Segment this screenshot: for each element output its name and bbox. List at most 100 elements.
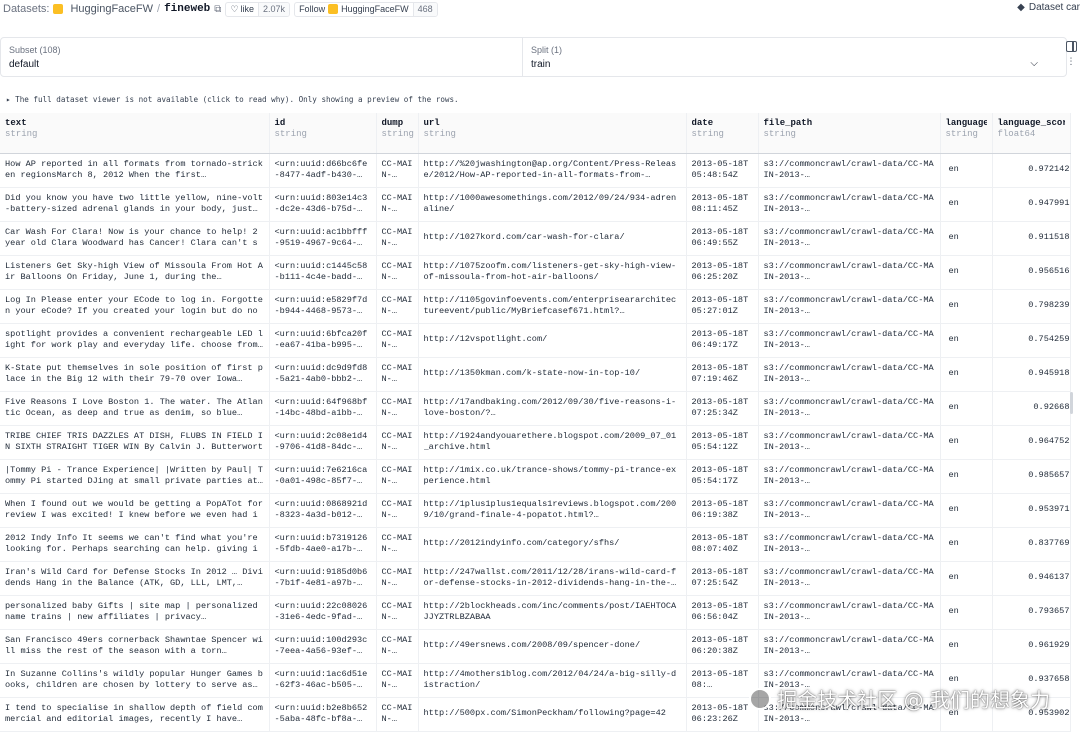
cell-file-path[interactable]: s3://commoncrawl/crawl-data/CC-MAIN-2013… bbox=[758, 425, 941, 460]
cell-url[interactable]: http://1027kord.com/car-wash-for-clara/ bbox=[418, 221, 687, 256]
cell-dump[interactable]: CC-MAIN-… bbox=[376, 255, 419, 290]
cell-file-path[interactable]: s3://commoncrawl/crawl-data/CC-MAIN-2013… bbox=[758, 255, 941, 290]
cell-text[interactable]: Car Wash For Clara! Now is your chance t… bbox=[0, 221, 270, 256]
cell-language[interactable]: en bbox=[940, 391, 993, 426]
column-header-file_path[interactable]: file_path string bbox=[758, 113, 941, 154]
cell-id[interactable]: <urn:uuid:b2e8b652-5aba-48fc-bf8a-… bbox=[269, 697, 377, 732]
cell-dump[interactable]: CC-MAIN-… bbox=[376, 663, 419, 698]
cell-language[interactable]: en bbox=[940, 595, 993, 630]
cell-language[interactable]: en bbox=[940, 289, 993, 324]
cell-id[interactable]: <urn:uuid:d66bc6fe-8477-4adf-b430-… bbox=[269, 153, 377, 188]
cell-text[interactable]: Log In Please enter your ECode to log in… bbox=[0, 289, 270, 324]
cell-file-path[interactable]: s3://commoncrawl/crawl-data/CC-MAIN-2013… bbox=[758, 595, 941, 630]
cell-id[interactable]: <urn:uuid:64f968bf-14bc-48bd-a1bb-… bbox=[269, 391, 377, 426]
cell-dump[interactable]: CC-MAIN-… bbox=[376, 595, 419, 630]
cell-url[interactable]: http://1plus1plus1equals1reviews.blogspo… bbox=[418, 493, 687, 528]
follow-button[interactable]: Follow HuggingFaceFW 468 bbox=[294, 1, 438, 17]
cell-url[interactable]: http://1350kman.com/k-state-now-in-top-1… bbox=[418, 357, 687, 392]
cell-date[interactable]: 2013-05-18T06:19:38Z bbox=[686, 493, 759, 528]
cell-url[interactable]: http://500px.com/SimonPeckham/following?… bbox=[418, 697, 687, 732]
cell-language[interactable]: en bbox=[940, 357, 993, 392]
cell-date[interactable]: 2013-05-18T06:20:38Z bbox=[686, 629, 759, 664]
cell-date[interactable]: 2013-05-18T06:25:20Z bbox=[686, 255, 759, 290]
cell-language-score[interactable]: 0.956516 bbox=[992, 255, 1071, 290]
cell-file-path[interactable]: s3://commoncrawl/crawl-data/CC-MAIN-2013… bbox=[758, 527, 941, 562]
cell-language[interactable]: en bbox=[940, 187, 993, 222]
cell-text[interactable]: spotlight provides a convenient recharge… bbox=[0, 323, 270, 358]
cell-text[interactable]: personalized baby Gifts | site map | per… bbox=[0, 595, 270, 630]
cell-url[interactable]: http://1105govinfoevents.com/enterprisea… bbox=[418, 289, 687, 324]
cell-dump[interactable]: CC-MAIN-… bbox=[376, 493, 419, 528]
cell-date[interactable]: 2013-05-18T08:07:40Z bbox=[686, 527, 759, 562]
cell-language-score[interactable]: 0.946137 bbox=[992, 561, 1071, 596]
cell-dump[interactable]: CC-MAIN-… bbox=[376, 153, 419, 188]
table-row[interactable]: When I found out we would be getting a P… bbox=[0, 493, 1071, 528]
cell-file-path[interactable]: s3://commoncrawl/crawl-data/CC-MAIN-2013… bbox=[758, 221, 941, 256]
cell-language-score[interactable]: 0.964752 bbox=[992, 425, 1071, 460]
cell-language-score[interactable]: 0.92668 bbox=[992, 391, 1071, 426]
viewer-notice[interactable]: ▸ The full dataset viewer is not availab… bbox=[6, 95, 459, 104]
cell-dump[interactable]: CC-MAIN-… bbox=[376, 221, 419, 256]
cell-url[interactable]: http://2012indyinfo.com/category/sfhs/ bbox=[418, 527, 687, 562]
cell-url[interactable]: http://1mix.co.uk/trance-shows/tommy-pi-… bbox=[418, 459, 687, 494]
cell-id[interactable]: <urn:uuid:9185d0b6-7b1f-4e81-a97b-… bbox=[269, 561, 377, 596]
cell-date[interactable]: 2013-05-18T07:25:54Z bbox=[686, 561, 759, 596]
cell-dump[interactable]: CC-MAIN-… bbox=[376, 459, 419, 494]
cell-url[interactable]: http://12vspotlight.com/ bbox=[418, 323, 687, 358]
cell-id[interactable]: <urn:uuid:ac1bbfff-9519-4967-9c64-… bbox=[269, 221, 377, 256]
cell-date[interactable]: 2013-05-18T06:23:26Z bbox=[686, 697, 759, 732]
cell-dump[interactable]: CC-MAIN-… bbox=[376, 527, 419, 562]
cell-language[interactable]: en bbox=[940, 425, 993, 460]
cell-date[interactable]: 2013-05-18T08:11:45Z bbox=[686, 187, 759, 222]
split-select[interactable]: Split (1) train ⌵ bbox=[523, 38, 1046, 76]
column-header-dump[interactable]: dump string bbox=[376, 113, 419, 154]
cell-dump[interactable]: CC-MAIN-… bbox=[376, 425, 419, 460]
cell-id[interactable]: <urn:uuid:6bfca20f-ea67-41ba-b995-… bbox=[269, 323, 377, 358]
cell-id[interactable]: <urn:uuid:dc9d9fd8-5a21-4ab0-bbb2-… bbox=[269, 357, 377, 392]
cell-url[interactable]: http://1000awesomethings.com/2012/09/24/… bbox=[418, 187, 687, 222]
cell-dump[interactable]: CC-MAIN-… bbox=[376, 697, 419, 732]
table-row[interactable]: Listeners Get Sky-high View of Missoula … bbox=[0, 255, 1071, 290]
cell-date[interactable]: 2013-05-18T06:49:17Z bbox=[686, 323, 759, 358]
cell-text[interactable]: Listeners Get Sky-high View of Missoula … bbox=[0, 255, 270, 290]
cell-id[interactable]: <urn:uuid:803e14c3-dc2e-43d6-b75d-… bbox=[269, 187, 377, 222]
cell-url[interactable]: http://1924andyouarethere.blogspot.com/2… bbox=[418, 425, 687, 460]
cell-language-score[interactable]: 0.793657 bbox=[992, 595, 1071, 630]
cell-language[interactable]: en bbox=[940, 459, 993, 494]
cell-id[interactable]: <urn:uuid:22c08026-31e6-4edc-9fad-… bbox=[269, 595, 377, 630]
cell-text[interactable]: Five Reasons I Love Boston 1. The water.… bbox=[0, 391, 270, 426]
cell-url[interactable]: http://2blockheads.com/inc/comments/post… bbox=[418, 595, 687, 630]
cell-date[interactable]: 2013-05-18T05:48:54Z bbox=[686, 153, 759, 188]
cell-date[interactable]: 2013-05-18T08:… bbox=[686, 663, 759, 698]
table-row[interactable]: TRIBE CHIEF TRIS DAZZLES AT DISH, FLUBS … bbox=[0, 425, 1071, 460]
cell-date[interactable]: 2013-05-18T05:27:01Z bbox=[686, 289, 759, 324]
cell-text[interactable]: 2012 Indy Info It seems we can't find wh… bbox=[0, 527, 270, 562]
cell-date[interactable]: 2013-05-18T06:56:04Z bbox=[686, 595, 759, 630]
panel-toggle-icon[interactable] bbox=[1065, 41, 1077, 52]
cell-file-path[interactable]: s3://commoncrawl/crawl-data/CC-MAIN-2013… bbox=[758, 153, 941, 188]
more-options-icon[interactable]: ⋮ bbox=[1067, 57, 1076, 66]
cell-language-score[interactable]: 0.947991 bbox=[992, 187, 1071, 222]
cell-language-score[interactable]: 0.837769 bbox=[992, 527, 1071, 562]
cell-file-path[interactable]: s3://commoncrawl/crawl-data/CC-MAIN-2013… bbox=[758, 357, 941, 392]
cell-dump[interactable]: CC-MAIN-… bbox=[376, 323, 419, 358]
column-header-url[interactable]: url string bbox=[418, 113, 687, 154]
cell-text[interactable]: How AP reported in all formats from torn… bbox=[0, 153, 270, 188]
cell-url[interactable]: http://%20jwashington@ap.org/Content/Pre… bbox=[418, 153, 687, 188]
cell-dump[interactable]: CC-MAIN-… bbox=[376, 629, 419, 664]
column-header-language_score[interactable]: language_scorefloat64 bbox=[992, 113, 1071, 154]
cell-file-path[interactable]: s3://commoncrawl/crawl-data/CC-MAIN-2013… bbox=[758, 289, 941, 324]
cell-language-score[interactable]: 0.754259 bbox=[992, 323, 1071, 358]
cell-language-score[interactable]: 0.911518 bbox=[992, 221, 1071, 256]
cell-language[interactable]: en bbox=[940, 221, 993, 256]
cell-id[interactable]: <urn:uuid:100d293c-7eea-4a56-93ef-… bbox=[269, 629, 377, 664]
table-row[interactable]: |Tommy Pi - Trance Experience| |Written … bbox=[0, 459, 1071, 494]
cell-language[interactable]: en bbox=[940, 153, 993, 188]
cell-text[interactable]: San Francisco 49ers cornerback Shawntae … bbox=[0, 629, 270, 664]
cell-dump[interactable]: CC-MAIN-… bbox=[376, 357, 419, 392]
cell-language[interactable]: en bbox=[940, 561, 993, 596]
scrollbar-thumb[interactable] bbox=[1070, 392, 1073, 414]
table-row[interactable]: Five Reasons I Love Boston 1. The water.… bbox=[0, 391, 1071, 426]
column-header-language[interactable]: language string bbox=[940, 113, 993, 154]
dataset-card-link[interactable]: ◆ Dataset car bbox=[1017, 2, 1080, 13]
